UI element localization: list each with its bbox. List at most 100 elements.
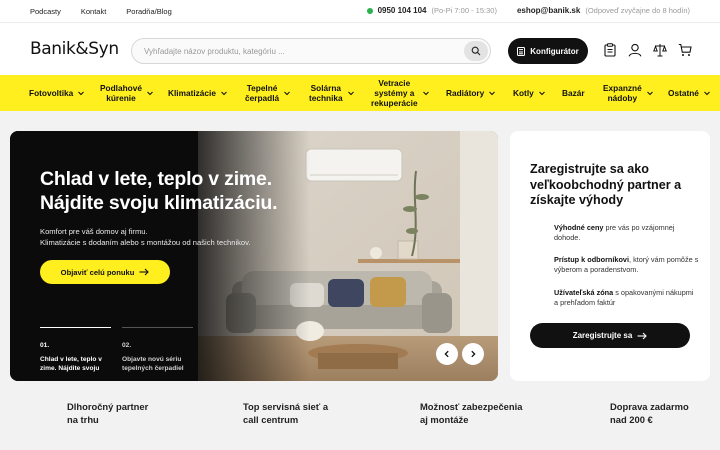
- nav-item-tepelne-cerpadla[interactable]: Tepelné čerpadlá: [245, 75, 291, 111]
- benefit-item: Výhodné ceny pre vás po vzájomnej dohode…: [554, 223, 699, 243]
- podcasty-link[interactable]: Podcasty: [30, 7, 61, 16]
- cart-icon[interactable]: [678, 43, 692, 57]
- chevron-down-icon: [146, 89, 154, 97]
- nav-label: technika: [309, 93, 343, 103]
- chevron-down-icon: [347, 89, 355, 97]
- chevron-right-icon: [471, 350, 476, 358]
- benefit-title: Prístup k odborníkovi: [554, 255, 630, 264]
- nav-item-solarna-technika[interactable]: Solárna technika: [309, 75, 355, 111]
- nav-label: Tepelné: [246, 83, 278, 93]
- nav-item-podlahove-kurenie[interactable]: Podlahové kúrenie: [100, 75, 154, 111]
- benefit-item: Užívateľská zóna s opakovanými nákupmi a…: [554, 288, 699, 308]
- arrow-right-icon: [139, 268, 150, 276]
- nav-item-vetracie-systemy[interactable]: Vetracie systémy a rekuperácie: [371, 75, 430, 111]
- hero-subtitle-line: Klimatizácie s dodaním alebo s montážou …: [40, 238, 251, 247]
- explore-offer-button[interactable]: Objaviť celú ponuku: [40, 260, 170, 284]
- feature-item: Možnosť zabezpečenia aj montáže: [420, 400, 522, 426]
- feature-item: Doprava zadarmo nad 200 €: [610, 400, 689, 426]
- category-nav: Fotovoltika Podlahové kúrenie Klimatizáci…: [0, 75, 720, 111]
- nav-label: Klimatizácie: [168, 88, 216, 98]
- feature-text: Top servisná sieť a: [243, 401, 329, 412]
- slide-number: 02.: [122, 342, 132, 349]
- nav-item-bazar[interactable]: Bazár: [562, 75, 585, 111]
- feature-text: call centrum: [243, 414, 299, 425]
- feature-text: na trhu: [67, 414, 99, 425]
- online-status-icon: [366, 7, 373, 14]
- chevron-down-icon: [77, 89, 85, 97]
- nav-item-ostatne[interactable]: Ostatné: [668, 75, 711, 111]
- next-slide-button[interactable]: [462, 343, 484, 365]
- benefit-title: Užívateľská zóna: [554, 288, 614, 297]
- chevron-down-icon: [220, 89, 228, 97]
- user-icon[interactable]: [628, 43, 642, 57]
- explore-offer-label: Objaviť celú ponuku: [60, 267, 135, 277]
- nav-item-kotly[interactable]: Kotly: [513, 75, 546, 111]
- configurator-label: Konfigurátor: [530, 46, 579, 56]
- feature-text: Doprava zadarmo: [610, 401, 689, 412]
- hero-subtitle-line: Komfort pre váš domov aj firmu.: [40, 227, 148, 236]
- nav-label: nádoby: [607, 93, 638, 103]
- hero-subtitle: Komfort pre váš domov aj firmu. Klimatiz…: [40, 226, 251, 248]
- search-input[interactable]: Vyhľadajte názov produktu, kategóriu ...: [144, 47, 285, 56]
- feature-item: Top servisná sieť a call centrum: [243, 400, 328, 426]
- nav-label: Kotly: [513, 88, 534, 98]
- slide-tab-1[interactable]: 01. Chlad v lete, teplo v zime. Nájdite …: [40, 327, 111, 373]
- configurator-button[interactable]: Konfigurátor: [508, 38, 588, 64]
- nav-label: čerpadlá: [245, 93, 280, 103]
- nav-label: Podlahové: [100, 83, 142, 93]
- chevron-down-icon: [703, 89, 711, 97]
- feature-text: Dlhoročný partner: [67, 401, 149, 412]
- site-logo[interactable]: Banik&Syn: [30, 39, 119, 59]
- nav-label: Bazár: [562, 88, 585, 98]
- nav-item-fotovoltika[interactable]: Fotovoltika: [29, 75, 85, 111]
- nav-label: rekuperácie: [371, 98, 418, 108]
- chevron-down-icon: [488, 89, 496, 97]
- nav-label: Radiátory: [446, 88, 485, 98]
- register-button[interactable]: Zaregistrujte sa: [530, 323, 690, 348]
- arrow-right-icon: [637, 332, 648, 339]
- slide-tab-2[interactable]: 02. Objavte novú sériu tepelných čerpadi…: [122, 327, 193, 373]
- slide-text: Chlad v lete, teplo v zime. Nájdite svoj…: [40, 356, 102, 372]
- utility-links: Podcasty Kontakt Poradňa/Blog: [30, 7, 172, 16]
- nav-item-klimatizacie[interactable]: Klimatizácie: [168, 75, 228, 111]
- chevron-down-icon: [538, 89, 546, 97]
- slide-number: 01.: [40, 342, 50, 349]
- phone-link[interactable]: 0950 104 104: [378, 6, 427, 15]
- chevron-left-icon: [444, 350, 449, 358]
- kontakt-link[interactable]: Kontakt: [81, 7, 106, 16]
- top-utility-bar: Podcasty Kontakt Poradňa/Blog 0950 104 1…: [0, 0, 720, 22]
- search-button[interactable]: [464, 41, 488, 61]
- nav-label: Ostatné: [668, 88, 699, 98]
- compare-scales-icon[interactable]: [653, 43, 667, 57]
- email-link[interactable]: eshop@banik.sk: [517, 6, 580, 15]
- feature-item: Dlhoročný partner na trhu: [67, 400, 148, 426]
- chevron-down-icon: [422, 89, 430, 97]
- nav-label: Solárna: [310, 83, 342, 93]
- nav-label: systémy a: [374, 88, 415, 98]
- search-bar[interactable]: Vyhľadajte názov produktu, kategóriu ...: [131, 38, 491, 64]
- feature-text: Možnosť zabezpečenia: [420, 401, 523, 412]
- slider-arrows: [436, 343, 484, 365]
- feature-text: aj montáže: [420, 414, 469, 425]
- nav-item-expanzne-nadoby[interactable]: Expanzné nádoby: [603, 75, 654, 111]
- hero-title-line: Chlad v lete, teplo v zime.: [40, 168, 272, 190]
- wholesale-register-card: Zaregistrujte sa ako veľkoobchodný partn…: [510, 131, 710, 381]
- nav-label: Fotovoltika: [29, 88, 74, 98]
- search-icon: [471, 46, 481, 56]
- chevron-down-icon: [283, 89, 291, 97]
- blog-link[interactable]: Poradňa/Blog: [126, 7, 171, 16]
- benefit-item: Prístup k odborníkovi, ktorý vám pomôže …: [554, 255, 699, 275]
- register-card-title: Zaregistrujte sa ako veľkoobchodný partn…: [530, 162, 682, 207]
- hero-title-line: Nájdite svoju klimatizáciu.: [40, 192, 278, 214]
- slide-indicators: 01. Chlad v lete, teplo v zime. Nájdite …: [40, 327, 193, 373]
- prev-slide-button[interactable]: [436, 343, 458, 365]
- clipboard-icon[interactable]: [603, 43, 617, 57]
- register-button-label: Zaregistrujte sa: [572, 331, 633, 340]
- benefit-title: Výhodné ceny: [554, 223, 604, 232]
- nav-label: Expanzné: [603, 83, 642, 93]
- nav-item-radiatory[interactable]: Radiátory: [446, 75, 496, 111]
- header-actions: [603, 43, 692, 57]
- nav-label: kúrenie: [106, 93, 136, 103]
- reply-note: (Odpoveď zvyčajne do 8 hodín): [585, 6, 690, 15]
- slide-text: Objavte novú sériu tepelných čerpadiel: [122, 356, 184, 372]
